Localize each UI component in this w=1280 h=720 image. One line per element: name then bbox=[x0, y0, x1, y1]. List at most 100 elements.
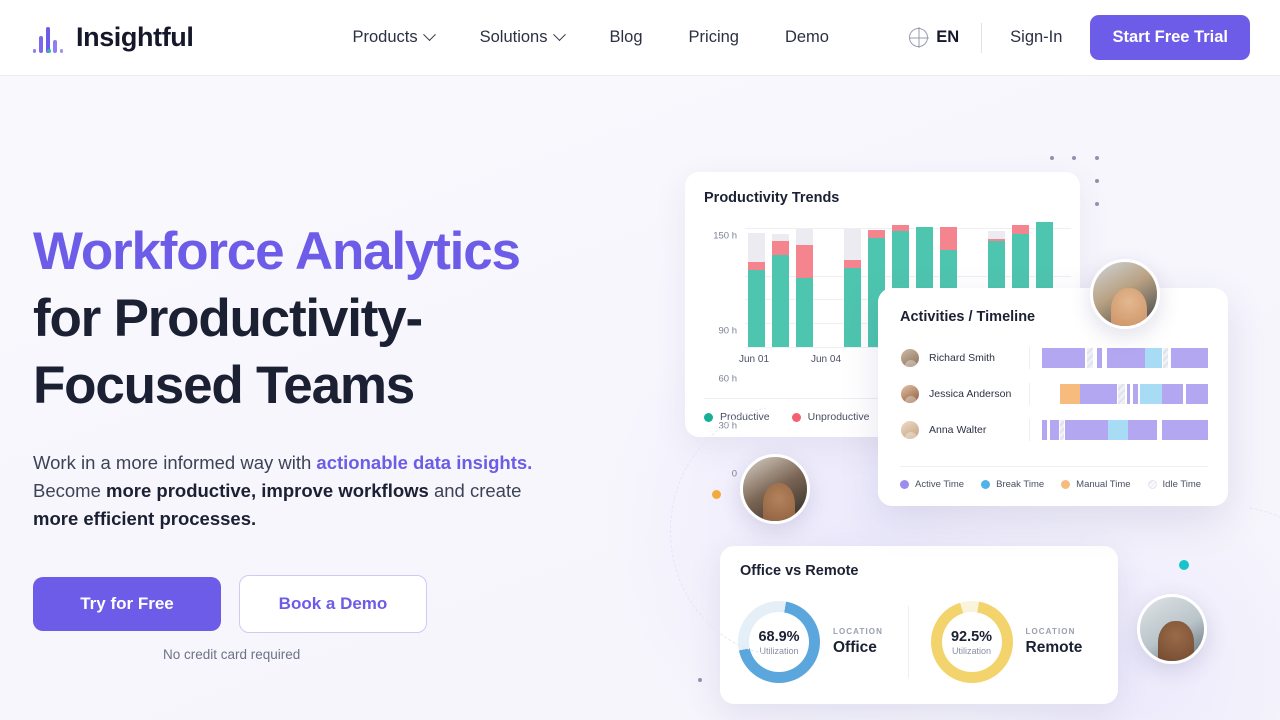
decor-dot-teal bbox=[1179, 560, 1189, 570]
donut-remote: 92.5% Utilization LOCATION Remote bbox=[909, 601, 1101, 683]
timeline-segment bbox=[1161, 384, 1184, 404]
timeline-legend: Active Time Break Time Manual Time Idle … bbox=[900, 466, 1208, 490]
legend-swatch bbox=[1147, 480, 1157, 489]
avatar-photo-man-glasses bbox=[1137, 594, 1207, 664]
bar-segment bbox=[844, 259, 861, 269]
top-navbar: Insightful Products Solutions Blog Prici… bbox=[0, 0, 1280, 76]
primary-nav: Products Solutions Blog Pricing Demo bbox=[329, 28, 852, 47]
avatar bbox=[900, 348, 920, 368]
timeline-segment bbox=[1186, 384, 1208, 404]
timeline-segment bbox=[1118, 384, 1125, 404]
timeline-title: Activities / Timeline bbox=[900, 309, 1036, 325]
timeline-segment bbox=[1050, 420, 1059, 440]
chevron-down-icon bbox=[552, 28, 566, 42]
legend-item-active-time: Active Time bbox=[900, 479, 964, 490]
location-value: Remote bbox=[1025, 639, 1083, 656]
headline-rest: for Productivity-Focused Teams bbox=[33, 289, 423, 415]
decor-dot bbox=[1050, 156, 1054, 160]
timeline-segment bbox=[1139, 384, 1162, 404]
legend-swatch bbox=[791, 412, 801, 422]
bar-segment bbox=[748, 232, 765, 263]
legend-label: Break Time bbox=[996, 479, 1045, 490]
bar-segment bbox=[772, 240, 789, 255]
book-a-demo-button[interactable]: Book a Demo bbox=[239, 575, 427, 633]
avatar bbox=[900, 420, 920, 440]
timeline-user-name: Jessica Anderson bbox=[929, 388, 1012, 400]
timeline-segment bbox=[1060, 384, 1081, 404]
avatar-photo-support-agent bbox=[1090, 259, 1160, 329]
subtitle-bold-2: more efficient processes. bbox=[33, 508, 257, 529]
nav-item-pricing[interactable]: Pricing bbox=[666, 28, 762, 47]
bar-segment bbox=[988, 231, 1005, 240]
chart-title: Productivity Trends bbox=[704, 190, 840, 206]
decor-dot-orange bbox=[712, 490, 721, 499]
timeline-segment bbox=[1060, 420, 1064, 440]
y-axis-tick: 60 h bbox=[718, 373, 738, 385]
timeline-segment bbox=[1144, 348, 1162, 368]
legend-swatch bbox=[704, 412, 713, 422]
nav-item-solutions[interactable]: Solutions bbox=[457, 28, 587, 47]
bar-segment bbox=[844, 268, 861, 347]
bar-segment bbox=[940, 227, 957, 251]
subtitle-part-3: and create bbox=[428, 480, 522, 501]
decor-dot bbox=[1072, 156, 1076, 160]
decor-dot bbox=[698, 678, 702, 682]
try-for-free-button[interactable]: Try for Free bbox=[33, 577, 221, 631]
table-row[interactable]: Jessica Anderson bbox=[900, 376, 1208, 412]
nav-label-products: Products bbox=[352, 28, 418, 46]
donut-center: 92.5% Utilization bbox=[941, 612, 1002, 672]
timeline-segment bbox=[1108, 420, 1129, 440]
x-axis-tick: Jun 01 bbox=[739, 354, 770, 365]
timeline-segment bbox=[1106, 348, 1145, 368]
chevron-down-icon bbox=[422, 28, 436, 42]
donut-percent: 92.5% bbox=[950, 628, 993, 645]
remote-location-block: LOCATION Remote bbox=[1026, 627, 1083, 657]
row-divider bbox=[1029, 347, 1030, 369]
legend-item-unproductive: Unproductive bbox=[791, 411, 869, 423]
bar bbox=[844, 228, 861, 347]
bar-segment bbox=[1012, 224, 1029, 235]
decor-dot bbox=[1095, 156, 1099, 160]
timeline-segment bbox=[1065, 420, 1109, 440]
timeline-rows: Richard Smith Jessica Anderson Anna Walt… bbox=[900, 340, 1208, 448]
timeline-segment bbox=[1161, 420, 1208, 440]
timeline-track bbox=[1042, 348, 1208, 368]
start-free-trial-button[interactable]: Start Free Trial bbox=[1090, 15, 1250, 60]
donut-sublabel: Utilization bbox=[951, 645, 991, 656]
location-label: LOCATION bbox=[833, 627, 883, 636]
globe-icon bbox=[909, 28, 929, 47]
decor-dot bbox=[1095, 202, 1099, 206]
brand-name: Insightful bbox=[76, 22, 194, 52]
legend-label: Idle Time bbox=[1162, 479, 1202, 490]
bar-segment bbox=[772, 254, 789, 347]
language-switcher[interactable]: EN bbox=[909, 28, 981, 47]
nav-item-products[interactable]: Products bbox=[329, 28, 456, 47]
row-divider bbox=[1029, 419, 1030, 441]
nav-label-solutions: Solutions bbox=[479, 28, 548, 46]
timeline-segment bbox=[1042, 348, 1086, 368]
y-axis-tick: 90 h bbox=[718, 325, 738, 337]
timeline-user-name: Richard Smith bbox=[929, 352, 995, 364]
y-axis-tick: 150 h bbox=[713, 230, 737, 242]
bar-segment bbox=[796, 245, 813, 278]
timeline-segment bbox=[1171, 348, 1208, 368]
timeline-segment bbox=[1042, 420, 1047, 440]
x-axis-tick: Jun 04 bbox=[811, 354, 842, 365]
bar-segment bbox=[748, 270, 765, 347]
subtitle-part-1: Work in a more informed way with bbox=[33, 452, 317, 473]
nav-item-demo[interactable]: Demo bbox=[762, 28, 852, 47]
bar bbox=[796, 228, 813, 347]
location-label: LOCATION bbox=[1025, 627, 1076, 636]
legend-swatch bbox=[1061, 480, 1071, 489]
nav-actions: EN Sign-In Start Free Trial bbox=[909, 15, 1250, 60]
brand-logo[interactable]: Insightful bbox=[33, 22, 194, 53]
office-location-block: LOCATION Office bbox=[833, 627, 883, 657]
row-divider bbox=[1029, 383, 1030, 405]
nav-item-blog[interactable]: Blog bbox=[587, 28, 666, 47]
sign-in-link[interactable]: Sign-In bbox=[982, 28, 1090, 47]
office-vs-remote-card: Office vs Remote 68.9% Utilization LOCAT… bbox=[720, 546, 1118, 704]
avatar bbox=[900, 384, 920, 404]
table-row[interactable]: Anna Walter bbox=[900, 412, 1208, 448]
table-row[interactable]: Richard Smith bbox=[900, 340, 1208, 376]
timeline-user-name: Anna Walter bbox=[929, 424, 987, 436]
